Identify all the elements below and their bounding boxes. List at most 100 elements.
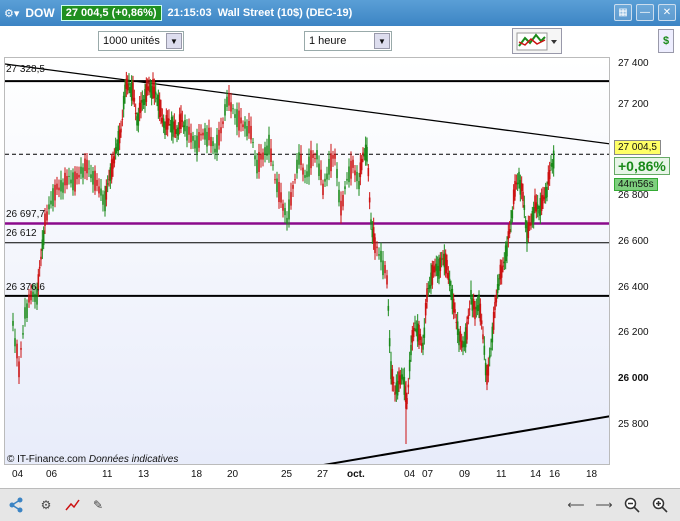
credit-source: © IT-Finance.com <box>7 454 87 465</box>
candle-body <box>346 178 348 181</box>
quantity-value: 1000 unités <box>103 35 160 47</box>
candle-body <box>133 97 136 102</box>
candle-body <box>358 180 360 190</box>
candle-body <box>58 187 60 191</box>
chevron-down-icon[interactable]: ▼ <box>374 33 390 49</box>
candle-body <box>154 91 157 95</box>
candle-body <box>268 134 270 155</box>
candle-body <box>64 172 66 186</box>
candle-body <box>278 182 280 203</box>
zoom-in-icon[interactable] <box>650 496 670 514</box>
candle-body <box>546 186 548 198</box>
candle-body <box>532 207 535 222</box>
settings-icon[interactable]: ⚙▾ <box>4 7 19 20</box>
x-tick: oct. <box>347 469 365 480</box>
symbol-label: DOW <box>25 6 55 20</box>
pencil-icon[interactable]: ✎ <box>88 496 108 514</box>
candle-body <box>336 168 338 179</box>
candle-body <box>14 338 16 347</box>
candle-body <box>198 132 200 148</box>
toolbar: 1000 unités ▼ 1 heure ▼ $ <box>0 26 680 56</box>
x-tick: 16 <box>549 469 561 480</box>
candle-body <box>106 183 109 185</box>
chart-type-button[interactable] <box>512 28 562 54</box>
candle-body <box>522 191 524 202</box>
x-tick: 13 <box>138 469 150 480</box>
level-label: 27 328,5 <box>6 64 45 75</box>
candle-body <box>466 321 468 340</box>
candle-body <box>173 121 176 130</box>
candle-body <box>16 343 18 359</box>
candle-body <box>266 145 268 156</box>
x-tick: 14 <box>530 469 542 480</box>
candle-body <box>40 256 42 260</box>
candle-body <box>252 142 254 144</box>
candle-body <box>68 175 70 177</box>
candle-body <box>244 121 246 129</box>
candle-body <box>20 348 22 350</box>
candle-body <box>332 154 334 159</box>
candle-body <box>510 219 512 225</box>
candle-body <box>202 132 204 136</box>
chart-type-icon <box>516 32 557 51</box>
candle-body <box>294 179 296 181</box>
candle-body <box>72 172 74 191</box>
settings-icon[interactable]: ⚙ <box>36 496 56 514</box>
candle-body <box>320 169 322 180</box>
candle-body <box>120 128 122 133</box>
candle-body <box>483 345 486 355</box>
chevron-down-icon[interactable]: ▼ <box>166 33 182 49</box>
candle-body <box>38 266 41 269</box>
timeframe-select[interactable]: 1 heure ▼ <box>304 31 392 51</box>
candle-body <box>222 121 224 125</box>
candle-body <box>86 159 88 174</box>
price-badge: 27 004,5 (+0,86%) <box>60 5 162 21</box>
scroll-left-icon[interactable]: ⟵ <box>566 496 586 514</box>
candle-body <box>260 153 262 160</box>
candle-body <box>370 219 372 225</box>
candle-body <box>184 119 186 132</box>
candle-body <box>552 150 555 169</box>
candle-body <box>326 173 328 180</box>
candle-body <box>446 259 448 271</box>
candle-body <box>474 307 476 320</box>
candle-body <box>506 241 508 257</box>
candle-body <box>494 301 496 311</box>
candle-body <box>470 289 472 300</box>
change-percent: +0,86% <box>614 157 670 175</box>
close-icon[interactable]: ✕ <box>658 4 676 21</box>
zoom-out-icon[interactable] <box>622 496 642 514</box>
indicator-icon[interactable]: $ <box>658 29 674 53</box>
candle-body <box>348 166 350 183</box>
candle-body <box>160 107 162 116</box>
chart-plot-area[interactable]: 27 328,5 26 697,7 26 612 26 376,6 © IT-F… <box>4 57 610 465</box>
candle-body <box>412 327 415 338</box>
candle-body <box>26 303 28 319</box>
quantity-select[interactable]: 1000 unités ▼ <box>98 31 184 51</box>
time-label: 21:15:03 <box>167 7 212 19</box>
candle-body <box>121 118 124 120</box>
candle-body <box>374 237 376 254</box>
candle-body <box>488 355 491 359</box>
scroll-right-icon[interactable]: ⟶ <box>594 496 614 514</box>
candle-body <box>206 131 208 147</box>
candle-body <box>340 200 342 216</box>
candle-body <box>419 334 422 341</box>
x-tick: 20 <box>227 469 239 480</box>
candle-body <box>530 222 532 226</box>
candle-body <box>367 168 370 177</box>
candle-body <box>90 174 92 179</box>
grid-view-icon[interactable]: ▦ <box>614 4 632 21</box>
candle-body <box>360 158 363 171</box>
candle-body <box>352 159 354 168</box>
candle-body <box>246 126 248 137</box>
share-icon[interactable] <box>6 496 26 514</box>
minimize-icon[interactable]: — <box>636 4 654 21</box>
timeframe-value: 1 heure <box>309 35 347 47</box>
trend-tool-icon[interactable] <box>62 496 82 514</box>
candle-body <box>228 93 230 106</box>
candle-body <box>342 194 344 207</box>
candle-body <box>250 125 252 140</box>
candle-body <box>306 171 308 178</box>
candle-body <box>84 158 86 172</box>
